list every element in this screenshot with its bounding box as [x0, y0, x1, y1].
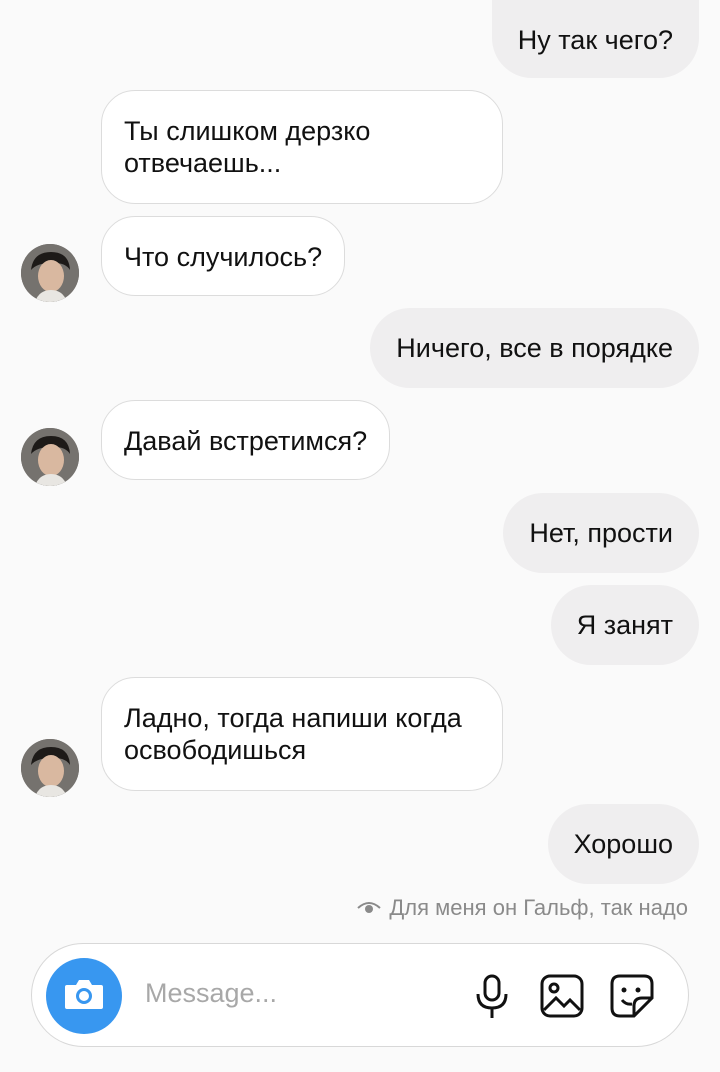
- camera-icon: [63, 977, 105, 1016]
- gallery-icon: [538, 974, 586, 1024]
- outgoing-message[interactable]: Я занят: [550, 585, 699, 665]
- avatar[interactable]: [21, 428, 79, 486]
- gallery-button[interactable]: [538, 972, 586, 1020]
- outgoing-message[interactable]: Ничего, все в порядке: [370, 308, 699, 388]
- incoming-message[interactable]: Ладно, тогда напиши когда освободишься: [101, 677, 503, 791]
- incoming-message[interactable]: Что случилось?: [101, 216, 346, 296]
- outgoing-message[interactable]: Хорошо: [547, 804, 699, 884]
- seen-status-text: Для меня он Гальф, так надо: [389, 895, 688, 920]
- message-input[interactable]: Message...: [145, 978, 277, 1009]
- sticker-button[interactable]: [608, 972, 656, 1020]
- message-composer: Message...: [31, 943, 689, 1047]
- microphone-icon: [468, 974, 516, 1024]
- incoming-message[interactable]: Давай встретимся?: [101, 400, 391, 480]
- avatar[interactable]: [21, 739, 79, 797]
- outgoing-message[interactable]: Нет, прости: [503, 493, 699, 573]
- microphone-button[interactable]: [468, 972, 516, 1020]
- seen-status: Для меня он Гальф, так надо: [357, 895, 688, 921]
- avatar[interactable]: [21, 244, 79, 302]
- outgoing-message[interactable]: Ну так чего?: [491, 0, 699, 78]
- camera-button[interactable]: [46, 958, 122, 1034]
- incoming-message[interactable]: Ты слишком дерзко отвечаешь...: [101, 90, 503, 204]
- sticker-icon: [608, 974, 656, 1024]
- message-thread: Ну так чего? Ты слишком дерзко отвечаешь…: [0, 0, 720, 930]
- eye-icon: [357, 895, 382, 921]
